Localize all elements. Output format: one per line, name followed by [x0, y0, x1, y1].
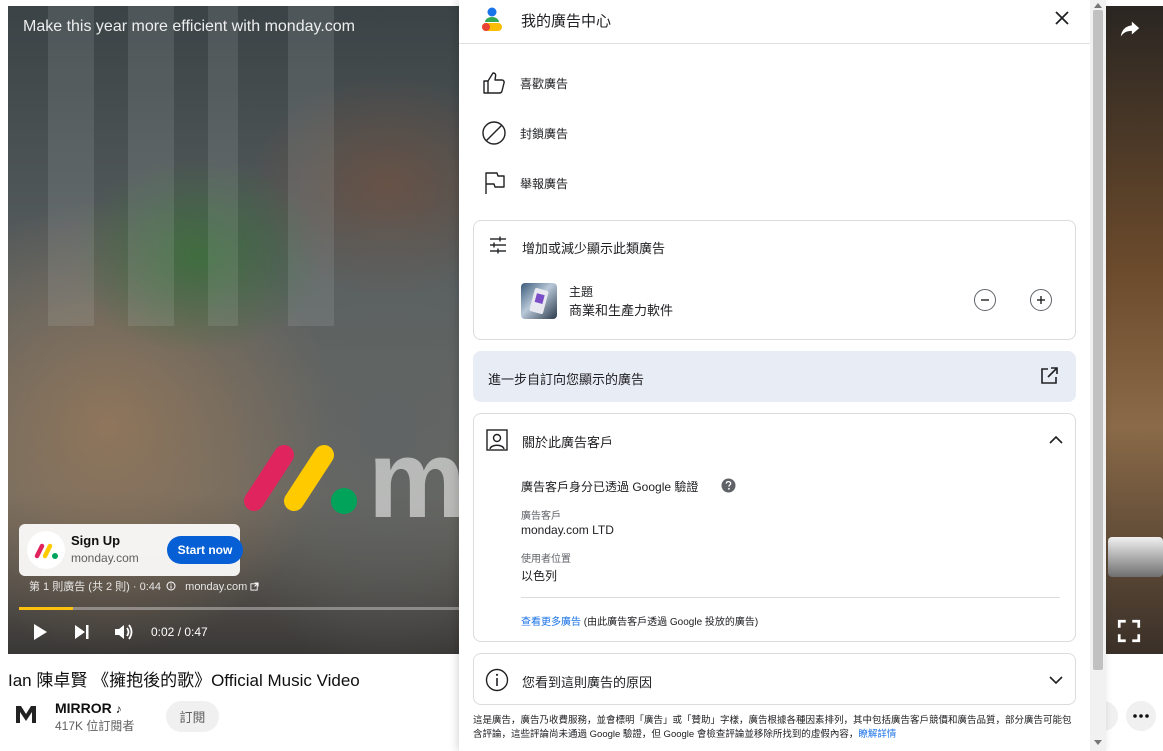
location-label: 使用者位置 [521, 554, 571, 565]
music-note-icon: ♪ [115, 702, 122, 716]
ad-info-bar: 第 1 則廣告 (共 2 則) · 0:44 monday.com [29, 578, 259, 594]
account-box-icon [486, 429, 508, 451]
share-icon[interactable] [1119, 18, 1141, 40]
topic-value: 商業和生產力軟件 [569, 303, 674, 318]
block-ad-button[interactable]: 封鎖廣告 [479, 118, 1079, 148]
background-window [208, 6, 238, 326]
play-button[interactable] [26, 618, 54, 646]
ad-center-logo [482, 7, 502, 31]
channel-name[interactable]: MIRROR ♪ [55, 700, 122, 716]
ad-cta-card[interactable]: Sign Up monday.com Start now [19, 524, 243, 576]
help-icon[interactable] [721, 478, 736, 493]
advertiser-card: 關於此廣告客戶 廣告客戶身分已透過 Google 驗證 廣告客戶 monday.… [473, 413, 1076, 642]
open-in-new-icon [1041, 367, 1058, 384]
why-this-ad-card[interactable]: 您看到這則廣告的原因 [473, 653, 1076, 705]
play-icon [34, 624, 47, 640]
video-thumbnail-overlay[interactable] [1108, 537, 1163, 577]
info-icon [485, 668, 509, 692]
monday-logo-mark [244, 445, 357, 514]
topic-thumbnail [521, 283, 557, 319]
close-icon [1055, 11, 1069, 25]
video-ad-title[interactable]: Make this year more efficient with monda… [23, 18, 355, 36]
customize-ads-link[interactable]: 進一步自訂向您顯示的廣告 [473, 351, 1076, 402]
video-title: Ian 陳卓賢 《擁抱後的歌》Official Music Video [8, 671, 360, 690]
thumbs-up-icon [483, 72, 505, 94]
advertiser-verified-text: 廣告客戶身分已透過 Google 驗證 [521, 480, 699, 494]
monday-wordmark: m [368, 418, 466, 541]
ad-disclaimer: 這是廣告，廣告乃收費服務，並會標明「廣告」或「贊助」字樣，廣告根據各種因素排列，… [473, 714, 1073, 742]
ad-cta-domain: monday.com [71, 551, 139, 565]
background-window [288, 6, 334, 326]
customize-ads-label: 進一步自訂向您顯示的廣告 [488, 372, 645, 387]
panel-header: 我的廣告中心 [459, 0, 1090, 44]
advertiser-card-header: 關於此廣告客戶 [522, 435, 614, 450]
see-more-ads-link[interactable]: 查看更多廣告 [521, 617, 581, 628]
learn-more-link[interactable]: 瞭解詳情 [858, 729, 896, 740]
ad-domain-link[interactable]: monday.com [185, 581, 247, 593]
channel-name-text: MIRROR [55, 700, 112, 716]
report-ad-label: 舉報廣告 [520, 177, 569, 191]
panel-scrollbar[interactable] [1090, 0, 1106, 751]
subscriber-count: 417K 位訂閱者 [55, 719, 135, 733]
scroll-down-arrow[interactable] [1094, 740, 1102, 746]
chevron-down-icon[interactable] [1047, 671, 1065, 689]
my-ad-center-panel: 我的廣告中心 喜歡廣告 封鎖廣告 舉報廣告 增加或減少顯示此類廣告 主題 商業和… [459, 0, 1106, 751]
show-fewer-button[interactable] [974, 289, 996, 311]
scrollbar-thumb[interactable] [1093, 10, 1103, 670]
fullscreen-icon[interactable] [1116, 618, 1142, 644]
disclaimer-text: 這是廣告，廣告乃收費服務，並會標明「廣告」或「贊助」字樣，廣告根據各種因素排列，… [473, 715, 1072, 740]
start-now-button[interactable]: Start now [167, 536, 243, 564]
scroll-up-arrow[interactable] [1094, 2, 1102, 8]
panel-title: 我的廣告中心 [521, 13, 612, 30]
player-controls: 0:02 / 0:47 [8, 618, 468, 648]
time-display: 0:02 / 0:47 [151, 625, 208, 639]
tune-icon [490, 236, 506, 254]
channel-avatar[interactable] [14, 703, 38, 727]
topic-label: 主題 [569, 285, 594, 299]
location-value: 以色列 [521, 569, 558, 583]
block-icon [482, 121, 506, 145]
divider [521, 597, 1060, 598]
advertiser-value: monday.com LTD [521, 523, 614, 537]
flag-icon [485, 172, 505, 194]
next-button[interactable] [68, 618, 96, 646]
topics-card: 增加或減少顯示此類廣告 主題 商業和生產力軟件 [473, 220, 1076, 340]
ad-count-label: 第 1 則廣告 (共 2 則) · 0:44 [29, 581, 162, 593]
progress-bar-fill [19, 607, 73, 610]
block-ad-label: 封鎖廣告 [520, 127, 569, 141]
volume-button[interactable] [110, 618, 138, 646]
plus-icon [1037, 296, 1045, 304]
background-window [48, 6, 94, 326]
ad-cta-title[interactable]: Sign Up [71, 533, 120, 548]
external-link-icon[interactable] [250, 582, 259, 591]
like-ad-label: 喜歡廣告 [520, 77, 569, 91]
volume-icon [115, 624, 133, 640]
close-button[interactable] [1051, 7, 1073, 29]
info-icon[interactable] [166, 581, 176, 591]
more-horiz-icon [1133, 714, 1149, 718]
topics-card-header: 增加或減少顯示此類廣告 [522, 241, 666, 256]
show-more-button[interactable] [1030, 289, 1052, 311]
like-ad-button[interactable]: 喜歡廣告 [479, 68, 1079, 98]
background-window [128, 6, 174, 326]
report-ad-button[interactable]: 舉報廣告 [479, 168, 1079, 198]
more-ads-text: 查看更多廣告 (由此廣告客戶透過 Google 投放的廣告) [521, 613, 758, 628]
why-this-ad-header: 您看到這則廣告的原因 [522, 675, 653, 690]
progress-bar[interactable] [19, 607, 469, 610]
more-ads-suffix: (由此廣告客戶透過 Google 投放的廣告) [581, 617, 759, 628]
minus-icon [981, 299, 989, 301]
chevron-up-icon[interactable] [1047, 431, 1065, 449]
advertiser-label: 廣告客戶 [521, 511, 561, 522]
more-actions-button[interactable] [1126, 701, 1156, 731]
next-icon [75, 625, 89, 639]
advertiser-logo [27, 531, 65, 569]
page: Make this year more efficient with monda… [0, 0, 1163, 751]
subscribe-button[interactable]: 訂閱 [166, 701, 219, 732]
